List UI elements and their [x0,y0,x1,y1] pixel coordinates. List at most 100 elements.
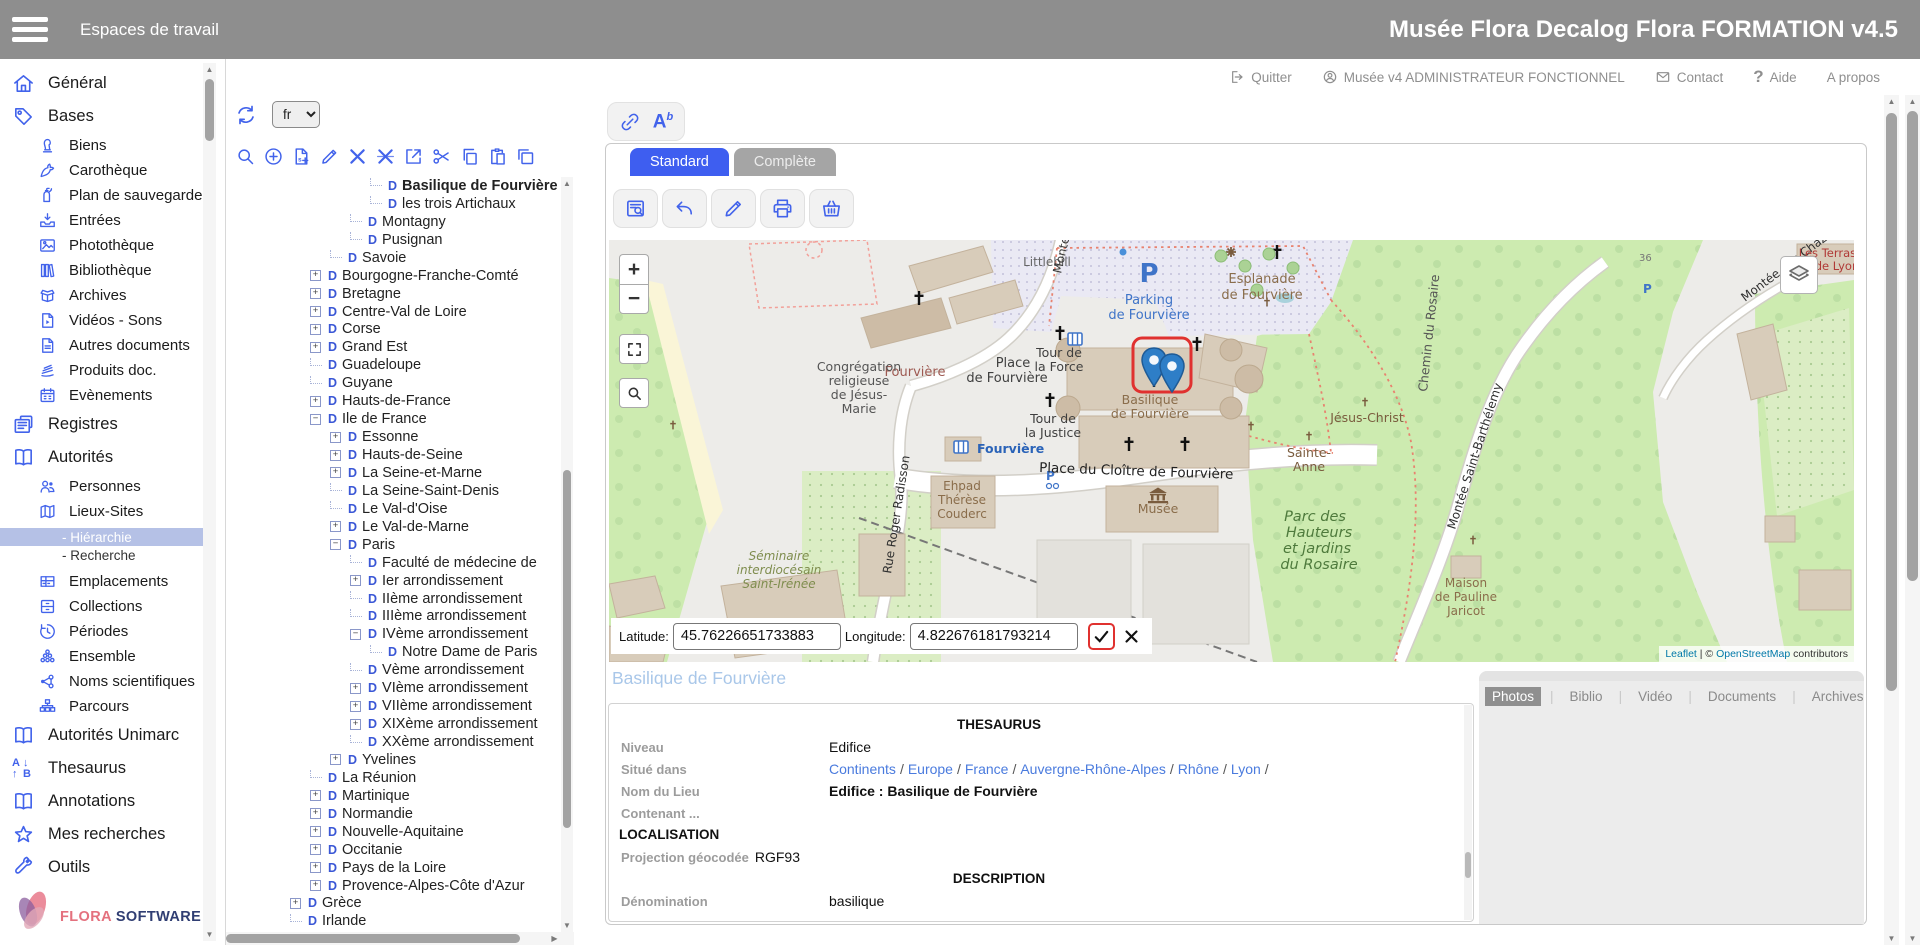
leaflet-link[interactable]: Leaflet [1665,648,1697,660]
sidebar-item-mes-recherches[interactable]: Mes recherches [0,818,224,851]
sidebar-item-caroth-que[interactable]: Carothèque [0,158,224,183]
tree-node-corse[interactable]: +DCorse [226,321,562,339]
tree-node-bourgogne-franche-comt[interactable]: +DBourgogne-Franche-Comté [226,267,562,285]
expand-icon[interactable]: + [310,790,321,801]
tree-node-bretagne[interactable]: +DBretagne [226,285,562,303]
tree-node-hauts-de-seine[interactable]: +DHauts-de-Seine [226,446,562,464]
expand-icon[interactable]: + [330,467,341,478]
tree-node-xx-me-arrondissement[interactable]: DXXème arrondissement [226,733,562,751]
undo-button[interactable] [662,189,707,228]
sidebar-item-personnes[interactable]: Personnes [0,474,224,499]
tree-node-la-seine-saint-denis[interactable]: DLa Seine-Saint-Denis [226,482,562,500]
sidebar-item-registres[interactable]: Registres [0,408,224,441]
tree-node-label[interactable]: Ier arrondissement [382,573,503,589]
tree-node-label[interactable]: Occitanie [342,842,402,858]
tree-node-label[interactable]: Corse [342,321,381,337]
sidebar-item-biblioth-que[interactable]: Bibliothèque [0,258,224,283]
tree-node-ii-me-arrondissement[interactable]: DIIème arrondissement [226,590,562,608]
tree-node-label[interactable]: XIXème arrondissement [382,716,538,732]
expand-icon[interactable]: + [330,754,341,765]
sidebar-item-ev-nements[interactable]: Evènements [0,383,224,408]
unlink-button[interactable] [375,143,396,169]
tree-node-guadeloupe[interactable]: DGuadeloupe [226,356,562,374]
tree-node-label[interactable]: Le Val-de-Marne [362,519,469,535]
media-tab-biblio[interactable]: Biblio [1563,687,1610,706]
tree-node-label[interactable]: Montagny [382,214,446,230]
tree-node-notre-dame-de-paris[interactable]: DNotre Dame de Paris [226,643,562,661]
tree-node-label[interactable]: Le Val-d'Oise [362,501,448,517]
sidebar-item-recherche[interactable]: - Recherche [0,546,224,564]
expand-icon[interactable]: + [350,575,361,586]
tree-node-essonne[interactable]: +DEssonne [226,428,562,446]
tree-node-le-val-d-oise[interactable]: DLe Val-d'Oise [226,500,562,518]
tree-node-label[interactable]: Guadeloupe [342,357,421,373]
sidebar-item-autres-documents[interactable]: Autres documents [0,333,224,358]
tree-vertical-scrollbar[interactable]: ▲ ▼ [561,177,573,932]
tree-node-label[interactable]: Hauts-de-Seine [362,447,463,463]
place-link-auvergne-rh-ne-alpes[interactable]: Auvergne-Rhône-Alpes [1020,761,1166,777]
menu-hamburger-icon[interactable] [12,12,52,47]
expand-icon[interactable]: + [310,826,321,837]
expand-icon[interactable]: + [310,288,321,299]
sidebar-item-bases[interactable]: Bases [0,100,224,133]
help-button[interactable]: ?Aide [1753,67,1796,87]
tree-node-pays-de-la-loire[interactable]: +DPays de la Loire [226,859,562,877]
contact-button[interactable]: Contact [1655,69,1724,85]
tree-node-label[interactable]: IIème arrondissement [382,591,522,607]
tree-node-label[interactable]: IIIème arrondissement [382,608,526,624]
basket-button[interactable] [809,189,854,228]
sidebar-item-plan-de-sauvegarde[interactable]: Plan de sauvegarde [0,183,224,208]
tree-node-hauts-de-france[interactable]: +DHauts-de-France [226,392,562,410]
tree-node-vii-me-arrondissement[interactable]: +DVIIème arrondissement [226,697,562,715]
expand-icon[interactable]: + [310,324,321,335]
expand-icon[interactable]: + [330,450,341,461]
current-user[interactable]: Musée v4 ADMINISTRATEUR FONCTIONNEL [1322,69,1625,85]
expand-icon[interactable]: + [310,808,321,819]
tree-node-ier-arrondissement[interactable]: +DIer arrondissement [226,572,562,590]
link-icon[interactable] [619,111,641,133]
tree-node-label[interactable]: XXème arrondissement [382,734,534,750]
tree-node-v-me-arrondissement[interactable]: DVème arrondissement [226,661,562,679]
sidebar-item-entr-es[interactable]: Entrées [0,208,224,233]
map-zoom-in-button[interactable]: + [619,254,649,284]
expand-icon[interactable]: + [310,306,321,317]
expand-icon[interactable]: + [350,683,361,694]
media-tab-documents[interactable]: Documents [1701,687,1783,706]
tree-node-label[interactable]: Irlande [322,913,366,929]
expand-icon[interactable]: + [350,701,361,712]
refresh-icon[interactable] [234,103,258,127]
place-link-europe[interactable]: Europe [908,761,953,777]
expand-icon[interactable]: + [310,880,321,891]
tree-node-occitanie[interactable]: +DOccitanie [226,841,562,859]
sidebar-item-autorit-s-unimarc[interactable]: Autorités Unimarc [0,719,224,752]
tree-node-label[interactable]: Basilique de Fourvière [402,178,558,194]
about-button[interactable]: A propos [1827,70,1880,85]
cancel-coordinates-button[interactable] [1119,624,1144,649]
tree-node-label[interactable]: Pusignan [382,232,442,248]
tree-node-ile-de-france[interactable]: −DIle de France [226,410,562,428]
map-layers-button[interactable] [1780,256,1818,294]
copy-button[interactable] [459,143,480,169]
tree-node-label[interactable]: Faculté de médecine de [382,555,537,571]
open-external-button[interactable] [403,143,424,169]
leaflet-map[interactable]: P LittlebillMontéePParkingde FourvièreEs… [609,240,1854,662]
tree-node-paris[interactable]: −DParis [226,536,562,554]
add-record-button[interactable] [291,143,312,169]
sidebar-item-biens[interactable]: Biens [0,133,224,158]
collapse-icon[interactable]: − [350,629,361,640]
map-fullscreen-button[interactable] [619,334,649,364]
tree-node-label[interactable]: Bretagne [342,286,401,302]
tree-node-label[interactable]: Grèce [322,895,362,911]
place-link-france[interactable]: France [965,761,1009,777]
tree-node-normandie[interactable]: +DNormandie [226,805,562,823]
expand-icon[interactable]: + [310,862,321,873]
tree-node-label[interactable]: Centre-Val de Loire [342,304,467,320]
tree-node-la-r-union[interactable]: DLa Réunion [226,769,562,787]
sidebar-item-autorit-s[interactable]: Autorités [0,441,224,474]
tree-node-label[interactable]: Essonne [362,429,418,445]
record-search-button[interactable] [613,189,658,228]
search-button[interactable] [235,143,256,169]
tree-node-gr-ce[interactable]: +DGrèce [226,895,562,913]
place-link-lyon[interactable]: Lyon [1231,761,1261,777]
map-search-button[interactable] [619,378,649,408]
